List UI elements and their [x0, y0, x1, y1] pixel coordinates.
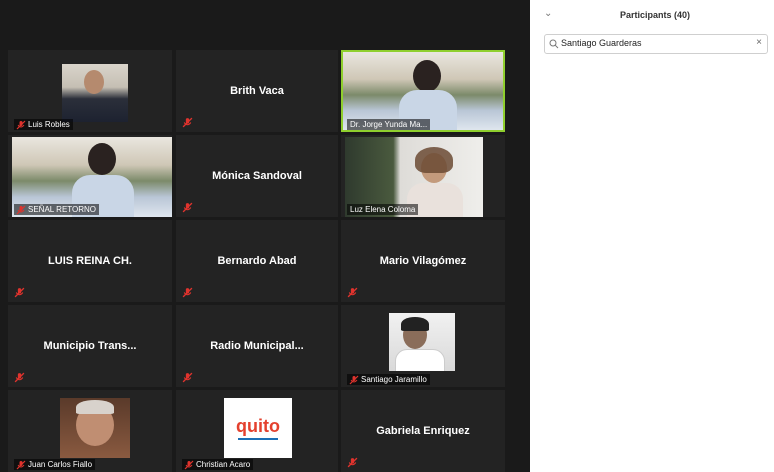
- participants-header: ⌄ Participants (40): [530, 0, 774, 30]
- muted-mic-icon: [349, 375, 359, 385]
- muted-mic-icon: [16, 460, 26, 470]
- participant-name: LUIS REINA CH.: [48, 255, 132, 267]
- participant-tile[interactable]: Radio Municipal...: [176, 305, 338, 387]
- participant-name: Gabriela Enriquez: [376, 425, 470, 437]
- participant-tile[interactable]: Gabriela Enriquez: [341, 390, 505, 472]
- close-icon[interactable]: ×: [756, 37, 762, 48]
- muted-mic-icon: [182, 287, 193, 298]
- participant-name-label: Dr. Jorge Yunda Ma...: [347, 119, 431, 130]
- search-icon: [549, 39, 559, 49]
- participant-tile[interactable]: Luz Elena Coloma: [341, 135, 505, 217]
- participant-name-label: Juan Carlos Fiallo: [14, 459, 96, 470]
- participant-name: Bernardo Abad: [217, 255, 297, 267]
- quito-logo: quito: [224, 398, 292, 458]
- participant-name-label: SEÑAL RETORNO: [14, 204, 100, 215]
- participant-tile[interactable]: LUIS REINA CH.: [8, 220, 172, 302]
- participant-tile[interactable]: Juan Carlos Fiallo: [8, 390, 172, 472]
- participants-panel: ⌄ Participants (40) ×: [530, 0, 774, 472]
- participant-tile[interactable]: Santiago Jaramillo: [341, 305, 505, 387]
- muted-mic-icon: [184, 460, 194, 470]
- participant-tile[interactable]: SEÑAL RETORNO: [8, 135, 172, 217]
- muted-mic-icon: [16, 120, 26, 130]
- participants-title: Participants (40): [620, 10, 691, 20]
- muted-mic-icon: [347, 287, 358, 298]
- participant-name: Municipio Trans...: [43, 340, 137, 352]
- participant-tile[interactable]: Municipio Trans...: [8, 305, 172, 387]
- participant-name: Radio Municipal...: [210, 340, 304, 352]
- muted-mic-icon: [182, 202, 193, 213]
- participant-search-input[interactable]: [561, 36, 741, 50]
- participant-avatar-photo: [389, 313, 455, 371]
- participant-tile[interactable]: Brith Vaca: [176, 50, 338, 132]
- participant-video: [62, 64, 128, 122]
- participant-name-label: Christian Acaro: [182, 459, 254, 470]
- muted-mic-icon: [14, 372, 25, 383]
- participant-name-label: Luis Robles: [14, 119, 73, 130]
- participant-tile[interactable]: quito Christian Acaro: [176, 390, 338, 472]
- muted-mic-icon: [182, 372, 193, 383]
- muted-mic-icon: [14, 287, 25, 298]
- participant-name-label: Luz Elena Coloma: [347, 204, 419, 215]
- muted-mic-icon: [182, 117, 193, 128]
- participant-name-label: Santiago Jaramillo: [347, 374, 430, 385]
- chevron-down-icon[interactable]: ⌄: [544, 8, 554, 19]
- quito-logo-text: quito: [236, 416, 280, 436]
- participant-avatar-photo: [60, 398, 130, 458]
- muted-mic-icon: [16, 205, 26, 215]
- participant-search-box[interactable]: ×: [544, 34, 768, 54]
- participant-tile[interactable]: Mario Vilagómez: [341, 220, 505, 302]
- muted-mic-icon: [347, 457, 358, 468]
- video-gallery: Luis Robles Brith Vaca Dr. Jorge Yunda M…: [0, 0, 530, 472]
- participant-tile-active-speaker[interactable]: Dr. Jorge Yunda Ma...: [341, 50, 505, 132]
- participant-name: Mónica Sandoval: [212, 170, 302, 182]
- participant-tile[interactable]: Bernardo Abad: [176, 220, 338, 302]
- participant-name: Mario Vilagómez: [379, 255, 467, 267]
- participant-tile[interactable]: Luis Robles: [8, 50, 172, 132]
- participant-name: Brith Vaca: [230, 85, 284, 97]
- participant-tile[interactable]: Mónica Sandoval: [176, 135, 338, 217]
